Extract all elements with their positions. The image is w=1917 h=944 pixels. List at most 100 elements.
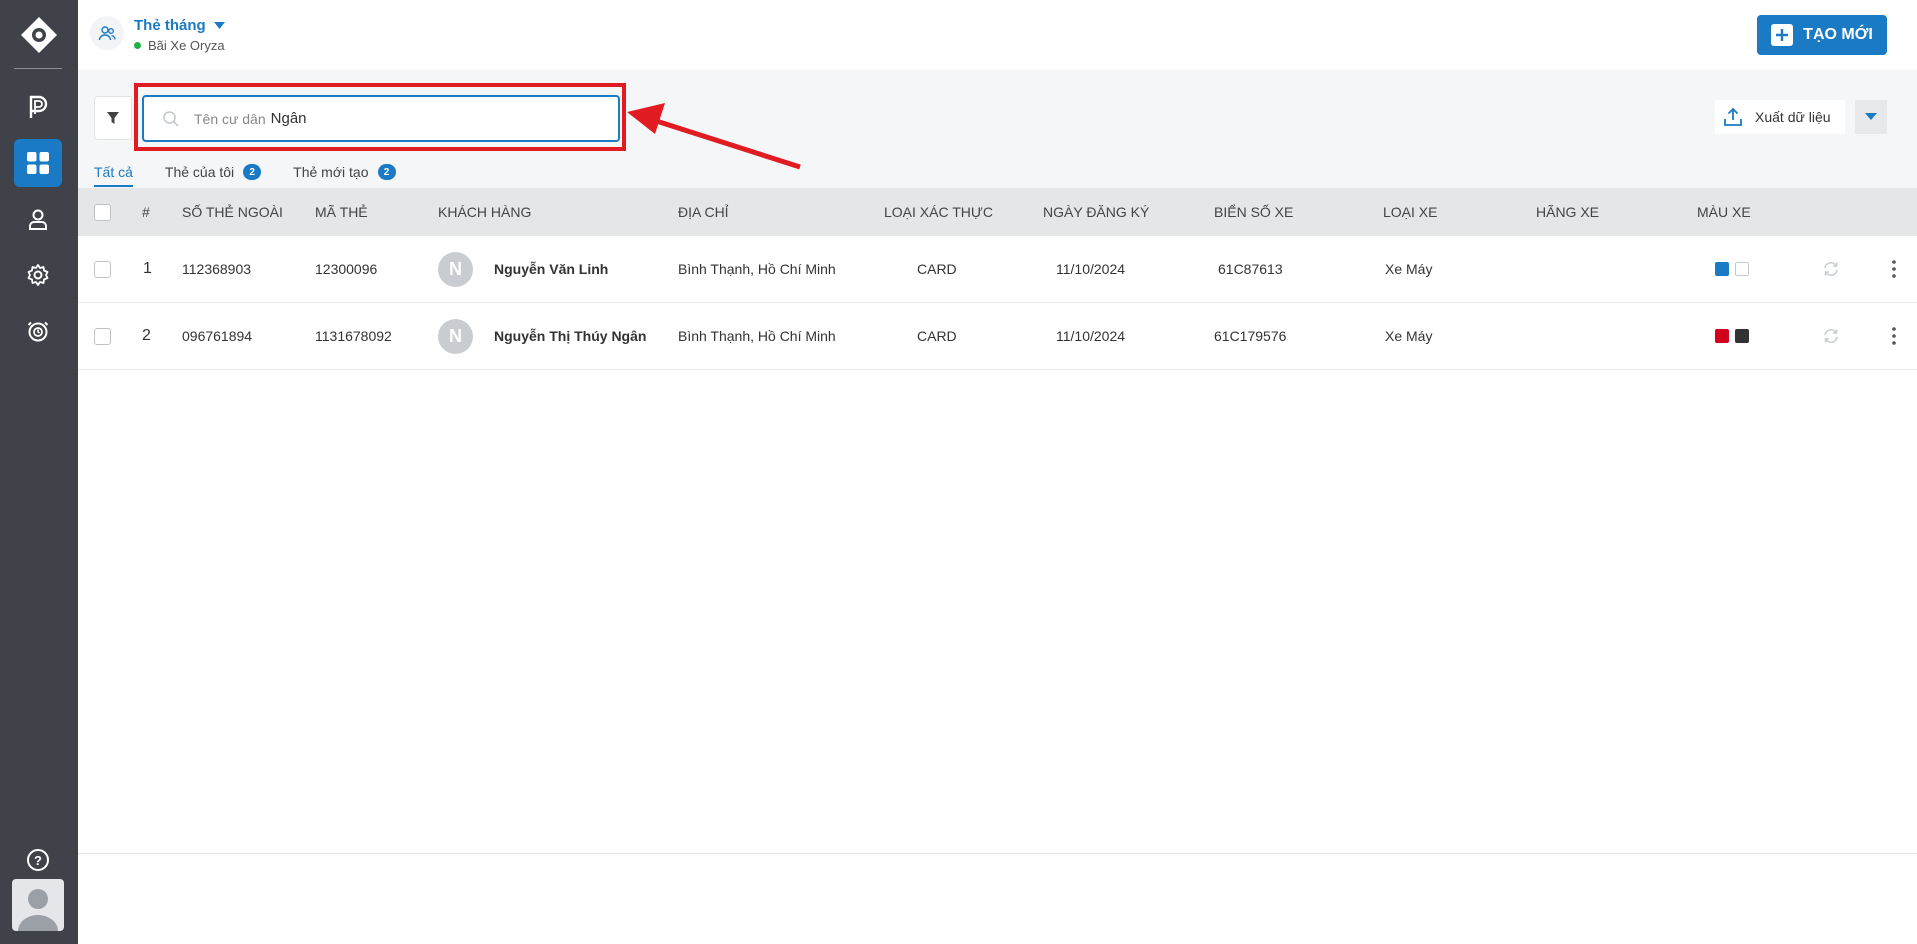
column-header-auth-type[interactable]: LOẠI XÁC THỰC [884, 188, 993, 236]
timer-icon [27, 321, 49, 342]
column-header-index: # [142, 204, 150, 220]
caret-down-icon [213, 21, 225, 29]
tab-my-cards[interactable]: Thẻ của tôi 2 [165, 159, 262, 185]
grid-icon [27, 152, 49, 174]
color-swatch [1715, 262, 1729, 276]
sidebar-item-parking[interactable] [14, 83, 62, 131]
row-checkbox[interactable] [94, 260, 111, 278]
highlight-annotation-box [134, 83, 626, 151]
sync-icon [1824, 328, 1838, 344]
tab-label: Tất cả [94, 164, 133, 180]
tab-all[interactable]: Tất cả [94, 159, 133, 187]
sidebar-item-settings[interactable] [14, 251, 62, 299]
export-data-button[interactable]: Xuất dữ liệu [1715, 100, 1845, 134]
count-badge: 2 [377, 164, 396, 180]
help-icon[interactable]: ? [24, 846, 52, 874]
user-icon [29, 209, 47, 230]
column-header-reg-date[interactable]: NGÀY ĐĂNG KÝ [1043, 188, 1149, 236]
vehicle-type: Xe Máy [1385, 261, 1433, 277]
sidebar: ? [0, 0, 78, 944]
export-data-label: Xuất dữ liệu [1755, 109, 1831, 125]
row-checkbox[interactable] [94, 327, 111, 345]
sync-icon [1824, 261, 1838, 277]
card-code: 12300096 [315, 261, 378, 277]
page-header: Thẻ tháng Bãi Xe Oryza TẠO MỚI [78, 0, 1917, 70]
registration-date: 11/10/2024 [1056, 328, 1126, 344]
tab-new-cards[interactable]: Thẻ mới tạo 2 [293, 159, 396, 185]
column-header-customer[interactable]: KHÁCH HÀNG [438, 188, 531, 236]
customer-avatar-cell: N [438, 303, 473, 369]
customer-avatar-cell: N [438, 236, 473, 302]
row-checkbox-cell [94, 303, 111, 369]
online-status-dot [134, 42, 141, 49]
page-title: Thẻ tháng [134, 17, 206, 34]
license-plate: 61C179576 [1214, 328, 1287, 344]
more-options-button[interactable] [1884, 236, 1904, 302]
column-header-vehicle-type[interactable]: LOẠI XE [1383, 188, 1437, 236]
address: Bình Thạnh, Hồ Chí Minh [678, 328, 836, 344]
select-all-checkbox[interactable] [94, 203, 111, 221]
column-header-color[interactable]: MÀU XE [1697, 188, 1751, 236]
column-header-brand[interactable]: HÃNG XE [1536, 188, 1599, 236]
license-plate: 61C87613 [1218, 261, 1283, 277]
table-header: # SỐ THẺ NGOÀI MÃ THẺ KHÁCH HÀNG ĐỊA CHỈ… [78, 188, 1917, 236]
sync-button[interactable] [1822, 303, 1840, 369]
avatar-placeholder-icon [18, 889, 58, 931]
upload-icon [1724, 107, 1742, 126]
row-index: 2 [142, 327, 151, 344]
sidebar-item-users[interactable] [14, 195, 62, 243]
outer-card-number: 112368903 [182, 261, 252, 277]
gear-icon [27, 264, 49, 286]
page-title-dropdown[interactable]: Thẻ tháng [134, 17, 225, 34]
tab-label: Thẻ mới tạo [293, 164, 369, 180]
select-all-checkbox-cell [94, 188, 111, 236]
column-header-address[interactable]: ĐỊA CHỈ [678, 188, 729, 236]
app-logo-icon[interactable] [19, 15, 59, 55]
sidebar-item-history[interactable] [14, 307, 62, 355]
count-badge: 2 [243, 164, 262, 180]
row-index: 1 [143, 260, 152, 277]
table-row[interactable]: 2 096761894 1131678092 N Nguyễn Thị Thúy… [78, 303, 1917, 370]
column-header-card-code[interactable]: MÃ THẺ [315, 188, 368, 236]
auth-type: CARD [917, 261, 957, 277]
svg-text:?: ? [34, 853, 42, 868]
user-avatar[interactable] [12, 879, 64, 931]
annotation-arrow-icon [627, 103, 801, 170]
users-icon [98, 26, 116, 41]
customer-name[interactable]: Nguyễn Thị Thúy Ngân [494, 303, 646, 369]
card-type-icon [90, 16, 124, 50]
kebab-menu-icon [1892, 327, 1896, 345]
table-bottom-divider [78, 853, 1917, 854]
row-checkbox-cell [94, 236, 111, 302]
registration-date: 11/10/2024 [1056, 261, 1126, 277]
column-header-outer-card[interactable]: SỐ THẺ NGOÀI [182, 188, 283, 236]
sync-button[interactable] [1822, 236, 1840, 302]
create-new-button[interactable]: TẠO MỚI [1757, 15, 1887, 55]
filter-icon [107, 112, 119, 124]
parking-lot-name: Bãi Xe Oryza [148, 38, 225, 53]
parking-lot-status: Bãi Xe Oryza [134, 38, 225, 53]
sidebar-item-dashboard[interactable] [14, 139, 62, 187]
plus-icon [1771, 24, 1794, 46]
customer-name[interactable]: Nguyễn Văn Linh [494, 236, 608, 302]
more-options-button[interactable] [1884, 303, 1904, 369]
caret-down-icon [1865, 113, 1877, 120]
vehicle-type: Xe Máy [1385, 328, 1433, 344]
auth-type: CARD [917, 328, 957, 344]
color-swatch [1735, 329, 1749, 343]
customer-avatar: N [438, 318, 473, 354]
color-swatch [1735, 262, 1749, 276]
sidebar-divider [14, 68, 62, 69]
column-header-plate[interactable]: BIỂN SỐ XE [1214, 188, 1293, 236]
filter-button[interactable] [94, 96, 132, 140]
table-row[interactable]: 1 112368903 12300096 N Nguyễn Văn Linh B… [78, 236, 1917, 303]
vehicle-color-swatches [1715, 303, 1755, 369]
card-code: 1131678092 [315, 328, 392, 344]
create-new-label: TẠO MỚI [1803, 26, 1873, 43]
customer-avatar: N [438, 251, 473, 287]
vehicle-color-swatches [1715, 236, 1755, 302]
tab-bar: Tất cả Thẻ của tôi 2 Thẻ mới tạo 2 [94, 159, 396, 187]
parking-icon [29, 95, 48, 118]
address: Bình Thạnh, Hồ Chí Minh [678, 261, 836, 277]
export-options-dropdown[interactable] [1855, 100, 1887, 134]
